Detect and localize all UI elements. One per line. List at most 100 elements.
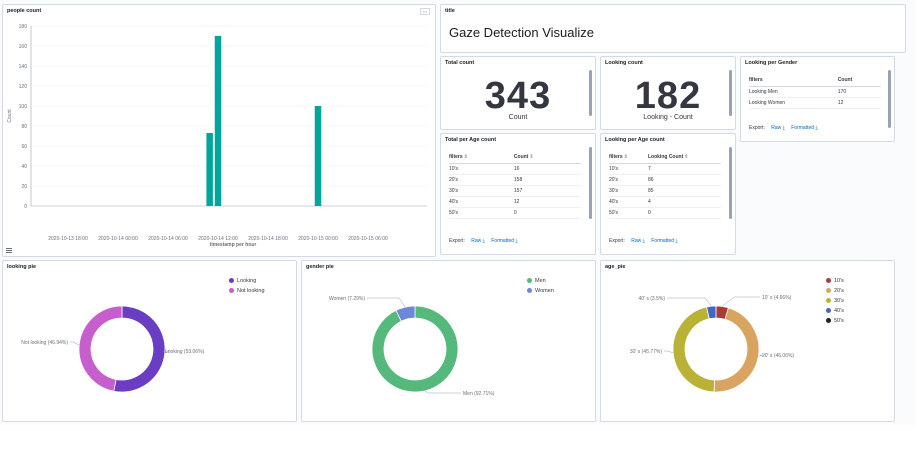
looking-pie-panel: looking pie Looking (53.06%) Not looking … xyxy=(2,260,297,422)
legend-dot xyxy=(527,278,532,283)
column-header-count[interactable]: Count xyxy=(837,75,881,87)
x-axis-label: timestamp per hour xyxy=(210,242,257,248)
download-icon[interactable]: ⤓ xyxy=(514,238,517,244)
pie-slice[interactable] xyxy=(78,305,123,392)
table-row: 50's 0 xyxy=(609,207,721,219)
bar[interactable] xyxy=(314,106,322,206)
column-header-filters[interactable]: filters⇕ xyxy=(449,152,514,164)
gender-table: filters Count Looking Men 170 Looking Wom… xyxy=(749,75,881,109)
legend-item-looking[interactable]: Looking xyxy=(229,278,256,284)
dashboard: people count ••• 0 20 40 60 80 100 120 140 160 18… xyxy=(0,0,915,425)
sort-icon[interactable]: ⇕ xyxy=(464,154,468,160)
y-axis-label: Count xyxy=(7,109,13,123)
sort-icon[interactable]: ⇕ xyxy=(684,154,688,160)
download-icon[interactable]: ⤓ xyxy=(674,238,677,244)
export-formatted-link[interactable]: Formatted xyxy=(491,238,514,244)
legend-dot xyxy=(826,278,831,283)
x-tick-label: 2020-10-14 00:00 xyxy=(98,236,138,242)
download-icon[interactable]: ⤓ xyxy=(481,238,485,244)
slice-label: 10' s (4.66%) xyxy=(762,295,792,301)
sort-icon[interactable]: ⇕ xyxy=(624,154,628,160)
slice-label-line xyxy=(367,297,406,308)
panel-title: Looking count xyxy=(605,60,643,66)
column-header-count[interactable]: Count⇕ xyxy=(513,152,581,164)
slice-label-line xyxy=(722,296,760,307)
export-bar: Export: Raw ⤓ Formatted ⤓ xyxy=(449,238,518,244)
total-age-table: filters⇕ Count⇕ 10's 16 20's 158 30's 157 4… xyxy=(449,152,581,219)
legend-dot xyxy=(229,278,234,283)
legend-item-not-looking[interactable]: Not looking xyxy=(229,288,265,294)
people-count-panel: people count ••• 0 20 40 60 80 100 120 140 160 18… xyxy=(2,4,436,257)
sort-icon[interactable]: ⇕ xyxy=(529,154,533,160)
table-row: 40's 4 xyxy=(609,196,721,208)
export-raw-link[interactable]: Raw xyxy=(771,125,781,131)
export-bar: Export: Raw ⤓ Formatted ⤓ xyxy=(749,125,818,131)
looking-per-age-panel: Looking per Age count filters⇕ Looking C… xyxy=(600,133,736,255)
table-row: 40's 12 xyxy=(449,196,581,208)
total-count-panel: Total count 343 Count xyxy=(440,56,596,130)
pie-slice[interactable] xyxy=(713,307,760,393)
table-row: 20's 158 xyxy=(449,174,581,186)
pie-slice[interactable] xyxy=(371,305,459,393)
y-tick-label: 40 xyxy=(21,164,27,170)
column-header-filters[interactable]: filters xyxy=(749,75,838,87)
legend-dot xyxy=(527,288,532,293)
export-formatted-link[interactable]: Formatted xyxy=(651,238,674,244)
slice-label-line xyxy=(424,390,461,394)
looking-age-table: filters⇕ Looking Count⇕ 10's 7 20's 86 30'… xyxy=(609,152,721,219)
y-tick-label: 20 xyxy=(21,184,27,190)
legend-dot xyxy=(826,308,831,313)
gender-donut-chart: Men (92.71%) Women (7.29%) xyxy=(329,296,495,397)
legend-item-10s[interactable]: 10's xyxy=(826,278,844,284)
panel-title: Total count xyxy=(445,60,475,66)
column-header-filters[interactable]: filters⇕ xyxy=(609,152,648,164)
metric-label: Count xyxy=(508,114,528,121)
export-raw-link[interactable]: Raw xyxy=(471,238,481,244)
gender-pie-panel: gender pie Men (92.71%) Women (7.29%) Men… xyxy=(301,260,596,422)
y-tick-label: 140 xyxy=(19,64,28,70)
y-tick-label: 100 xyxy=(19,104,28,110)
looking-count-panel: Looking count 182 Looking - Count xyxy=(600,56,736,130)
download-icon[interactable]: ⤓ xyxy=(641,238,645,244)
legend-item-30s[interactable]: 30's xyxy=(826,298,844,304)
download-icon[interactable]: ⤓ xyxy=(814,125,817,131)
legend-item-men[interactable]: Men xyxy=(527,278,546,284)
slice-label: 30' s (45.77%) xyxy=(630,349,662,355)
looking-donut-chart: Looking (53.06%) Not looking (46.94%) xyxy=(21,305,205,393)
legend-item-women[interactable]: Women xyxy=(527,288,554,294)
slice-label: 40' s (3.5%) xyxy=(638,296,665,302)
panel-title: Total per Age count xyxy=(445,137,497,143)
scrollbar[interactable] xyxy=(888,70,891,128)
x-tick-label: 2020-10-15 06:00 xyxy=(348,236,388,242)
slice-label: Not looking (46.94%) xyxy=(21,340,68,346)
scrollbar[interactable] xyxy=(589,70,592,116)
metric-value: 343 xyxy=(484,75,552,117)
slice-label: Women (7.29%) xyxy=(329,296,365,302)
scrollbar[interactable] xyxy=(729,147,732,219)
panel-title: Looking per Age count xyxy=(605,137,665,143)
y-tick-label: 160 xyxy=(19,44,28,50)
export-raw-link[interactable]: Raw xyxy=(631,238,641,244)
legend-item-40s[interactable]: 40's xyxy=(826,308,844,314)
legend-item-20s[interactable]: 20's xyxy=(826,288,844,294)
legend-item-50s[interactable]: 50's xyxy=(826,318,844,324)
table-row: 30's 157 xyxy=(449,185,581,197)
panel-title: title xyxy=(445,8,455,14)
slice-label: Looking (53.06%) xyxy=(165,349,205,355)
legend-dot xyxy=(229,288,234,293)
markdown-title: Gaze Detection Visualize xyxy=(449,25,595,40)
scrollbar[interactable] xyxy=(589,147,592,219)
download-icon[interactable]: ⤓ xyxy=(781,125,785,131)
x-tick-label: 2020-10-14 06:00 xyxy=(148,236,188,242)
legend-toggle-icon[interactable] xyxy=(6,248,12,253)
slice-label: 20' s (46.06%) xyxy=(762,353,794,359)
export-formatted-link[interactable]: Formatted xyxy=(791,125,814,131)
scrollbar[interactable] xyxy=(729,70,732,116)
bar[interactable] xyxy=(214,36,222,206)
column-header-looking-count[interactable]: Looking Count⇕ xyxy=(647,152,721,164)
x-tick-label: 2020-10-13 18:00 xyxy=(48,236,88,242)
bar[interactable] xyxy=(206,133,213,206)
pie-slice[interactable] xyxy=(672,306,716,393)
pie-slice[interactable] xyxy=(113,305,166,393)
age-pie-panel: age_pie 10' s (4.66%) 20' s (46.06%) 30' s… xyxy=(600,260,895,422)
